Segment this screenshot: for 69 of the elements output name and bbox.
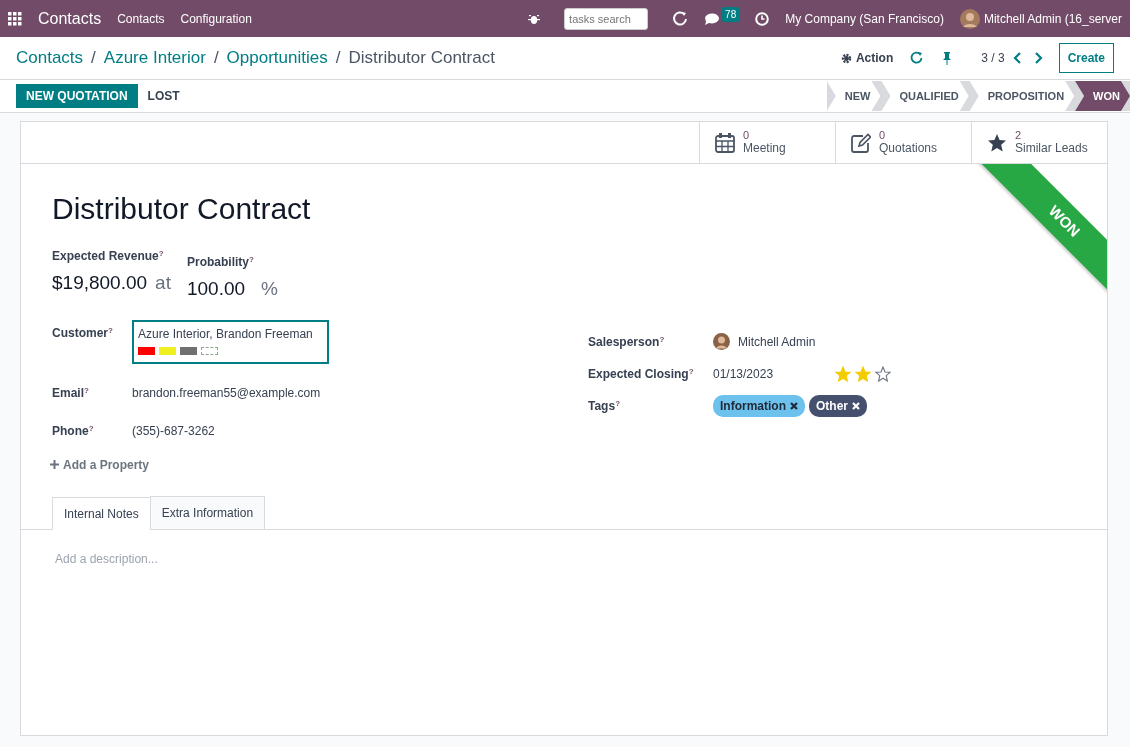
empty-swatch [201,346,218,355]
messages-button[interactable] [704,11,721,26]
message-count: 78 [722,7,740,22]
add-property-link[interactable]: Add a Property [50,455,564,474]
breadcrumb-separator: / [335,47,341,70]
field-label: Tags$^{?}$ [588,397,621,415]
remove-icon[interactable] [790,401,798,410]
priority-stars[interactable] [835,365,891,382]
star-icon [987,132,1007,153]
field-value: 01/13/2023 [713,365,775,383]
status-stage[interactable]: WON [1075,81,1130,111]
new-quotation-button[interactable]: NEW QUOTATION [16,84,138,108]
status-stage[interactable]: PROPOSITION [969,81,1075,111]
refresh-icon[interactable] [909,51,924,65]
breadcrumb-link[interactable]: Contacts [16,45,84,71]
pager-value: 3 / 3 [981,50,1005,67]
probability-value: 100.00 [186,277,246,301]
menu-item[interactable]: Configuration [180,9,252,28]
search-field[interactable]: tasks search [564,7,649,30]
plus-icon [50,460,59,469]
tab[interactable]: Extra Information [149,495,266,529]
star-icon[interactable] [835,365,851,382]
field-label: Probability$^{?}$ [186,254,255,271]
field-label: Expected Revenue$^{?}$ [52,248,165,265]
breadcrumb-link[interactable]: Azure Interior [103,45,206,71]
action-menu[interactable]: Action [840,49,894,67]
tag[interactable]: Other [809,394,867,417]
status-stage[interactable]: NEW [826,81,881,111]
pin-icon[interactable] [941,51,954,65]
clock-icon[interactable] [755,11,770,26]
field-label: Email$^{?}$ [52,384,90,402]
apps-menu-icon[interactable] [8,11,22,26]
calendar-icon [715,132,735,153]
tab[interactable]: Internal Notes [52,496,151,530]
company-switcher[interactable]: My Company (San Francisco) [785,9,944,28]
amount-value: $19,800.00 [52,271,148,295]
field-value: brandon.freeman55@example.com [132,384,321,402]
bug-icon[interactable] [528,12,541,25]
avatar-icon [959,8,980,29]
gear-icon [840,52,852,64]
status-stage[interactable]: QUALIFIED [881,81,969,111]
avatar-icon [713,333,730,350]
edit-icon [851,132,871,153]
user-menu[interactable]: Mitchell Admin (16_server [959,8,1122,29]
field-label: Customer$^{?}$ [52,324,114,342]
app-name[interactable]: Contacts [38,6,102,31]
chat-icon [704,11,721,26]
at-text: at [155,271,171,295]
refresh-icon[interactable] [672,10,689,27]
record-title: Distributor Contract [52,191,311,227]
breadcrumb-current: Distributor Contract [348,47,495,70]
next-icon[interactable] [1032,52,1043,64]
star-icon[interactable] [855,365,871,382]
field-value: Mitchell Admin [738,333,816,351]
previous-icon[interactable] [1012,52,1023,64]
field-label: Salesperson$^{?}$ [588,333,666,351]
breadcrumb-separator: / [91,47,96,70]
field-label: Phone$^{?}$ [52,422,95,440]
tag[interactable]: Information [713,394,805,417]
create-button[interactable]: Create [1058,43,1114,73]
star-outline-icon[interactable] [875,365,891,382]
breadcrumb-separator: / [213,47,219,70]
breadcrumb-link[interactable]: Opportunities [226,45,328,71]
customer-field[interactable]: Azure Interior, Brandon Freeman [132,319,329,364]
field-label: Expected Closing$^{?}$ [588,365,695,383]
field-value: (355)-687-3262 [132,422,215,440]
percent-sign: % [261,277,278,301]
menu-item[interactable]: Contacts [117,9,165,28]
lost-button[interactable]: LOST [137,84,190,108]
